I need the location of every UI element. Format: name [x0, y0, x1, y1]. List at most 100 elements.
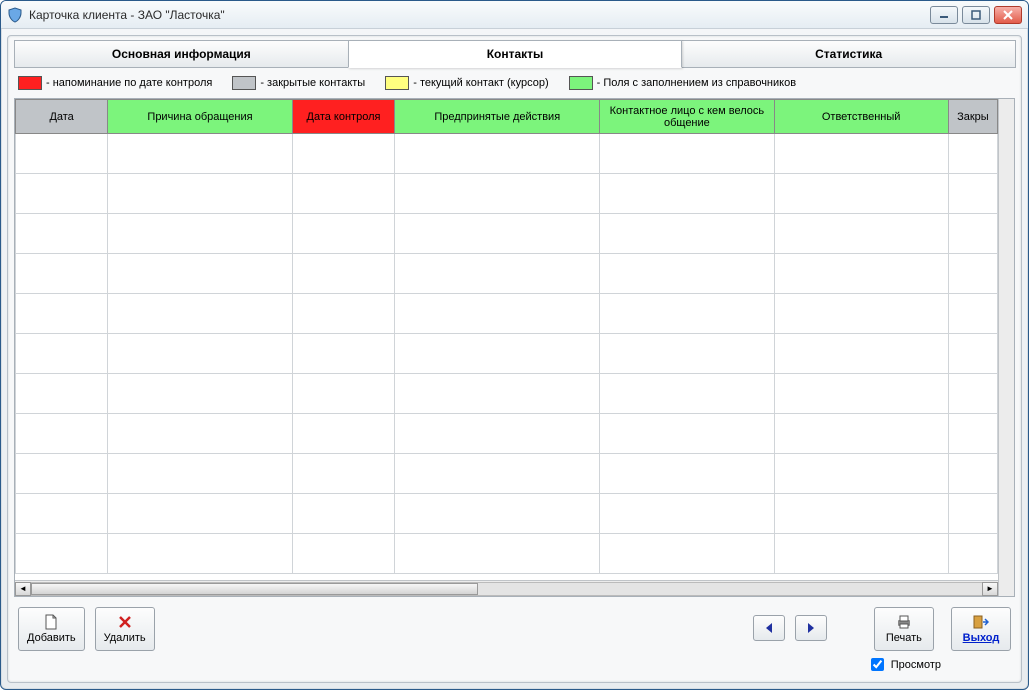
table-cell[interactable] — [395, 534, 600, 574]
table-cell[interactable] — [395, 294, 600, 334]
hscroll-right-button[interactable]: ► — [982, 582, 998, 596]
table-cell[interactable] — [108, 174, 293, 214]
table-cell[interactable] — [774, 494, 948, 534]
table-cell[interactable] — [292, 494, 395, 534]
table-cell[interactable] — [108, 454, 293, 494]
table-row[interactable] — [16, 134, 998, 174]
table-cell[interactable] — [16, 294, 108, 334]
nav-next-button[interactable] — [795, 615, 827, 641]
preview-checkbox-row[interactable]: Просмотр — [867, 655, 941, 674]
table-cell[interactable] — [395, 494, 600, 534]
table-cell[interactable] — [108, 254, 293, 294]
table-cell[interactable] — [774, 374, 948, 414]
table-cell[interactable] — [108, 534, 293, 574]
table-cell[interactable] — [948, 454, 997, 494]
table-cell[interactable] — [395, 414, 600, 454]
table-cell[interactable] — [600, 334, 774, 374]
column-header-reason[interactable]: Причина обращения — [108, 100, 293, 134]
table-cell[interactable] — [292, 174, 395, 214]
table-cell[interactable] — [774, 414, 948, 454]
table-cell[interactable] — [395, 174, 600, 214]
table-row[interactable] — [16, 294, 998, 334]
nav-prev-button[interactable] — [753, 615, 785, 641]
column-header-control[interactable]: Дата контроля — [292, 100, 395, 134]
table-cell[interactable] — [292, 254, 395, 294]
table-cell[interactable] — [600, 414, 774, 454]
table-cell[interactable] — [16, 174, 108, 214]
table-cell[interactable] — [395, 134, 600, 174]
table-cell[interactable] — [16, 534, 108, 574]
column-header-date[interactable]: Дата — [16, 100, 108, 134]
table-cell[interactable] — [774, 294, 948, 334]
contacts-table[interactable]: ДатаПричина обращенияДата контроляПредпр… — [15, 99, 998, 574]
table-cell[interactable] — [774, 254, 948, 294]
table-cell[interactable] — [395, 454, 600, 494]
table-cell[interactable] — [108, 134, 293, 174]
hscroll-thumb[interactable] — [31, 583, 478, 595]
table-cell[interactable] — [292, 294, 395, 334]
table-cell[interactable] — [948, 214, 997, 254]
table-cell[interactable] — [774, 534, 948, 574]
table-cell[interactable] — [600, 494, 774, 534]
table-cell[interactable] — [16, 254, 108, 294]
table-cell[interactable] — [600, 294, 774, 334]
table-cell[interactable] — [948, 294, 997, 334]
table-cell[interactable] — [16, 454, 108, 494]
table-row[interactable] — [16, 254, 998, 294]
table-cell[interactable] — [774, 334, 948, 374]
table-cell[interactable] — [292, 134, 395, 174]
table-row[interactable] — [16, 534, 998, 574]
table-row[interactable] — [16, 174, 998, 214]
table-cell[interactable] — [108, 214, 293, 254]
hscroll-track[interactable] — [31, 582, 982, 596]
print-button[interactable]: Печать — [874, 607, 934, 651]
table-cell[interactable] — [600, 214, 774, 254]
table-cell[interactable] — [600, 454, 774, 494]
table-cell[interactable] — [108, 494, 293, 534]
table-cell[interactable] — [395, 334, 600, 374]
table-cell[interactable] — [948, 414, 997, 454]
table-cell[interactable] — [292, 214, 395, 254]
table-cell[interactable] — [108, 334, 293, 374]
column-header-contact[interactable]: Контактное лицо с кем велось общение — [600, 100, 774, 134]
close-button[interactable] — [994, 6, 1022, 24]
horizontal-scrollbar[interactable]: ◄ ► — [15, 580, 998, 596]
table-cell[interactable] — [292, 334, 395, 374]
table-cell[interactable] — [16, 214, 108, 254]
table-row[interactable] — [16, 494, 998, 534]
table-cell[interactable] — [774, 134, 948, 174]
table-row[interactable] — [16, 334, 998, 374]
table-cell[interactable] — [395, 374, 600, 414]
tab-statistics[interactable]: Статистика — [681, 40, 1016, 68]
exit-button[interactable]: Выход — [951, 607, 1011, 651]
column-header-responsible[interactable]: Ответственный — [774, 100, 948, 134]
table-cell[interactable] — [395, 214, 600, 254]
delete-button[interactable]: Удалить — [95, 607, 155, 651]
table-cell[interactable] — [948, 254, 997, 294]
table-cell[interactable] — [948, 374, 997, 414]
add-button[interactable]: Добавить — [18, 607, 85, 651]
table-row[interactable] — [16, 454, 998, 494]
table-body[interactable] — [16, 134, 998, 574]
tab-main-info[interactable]: Основная информация — [14, 40, 349, 68]
maximize-button[interactable] — [962, 6, 990, 24]
table-cell[interactable] — [292, 534, 395, 574]
hscroll-left-button[interactable]: ◄ — [15, 582, 31, 596]
table-cell[interactable] — [774, 214, 948, 254]
preview-checkbox[interactable] — [871, 658, 884, 671]
table-cell[interactable] — [16, 414, 108, 454]
table-row[interactable] — [16, 374, 998, 414]
table-cell[interactable] — [600, 174, 774, 214]
table-cell[interactable] — [948, 494, 997, 534]
tab-contacts[interactable]: Контакты — [348, 40, 683, 68]
table-row[interactable] — [16, 214, 998, 254]
table-cell[interactable] — [600, 134, 774, 174]
table-cell[interactable] — [16, 494, 108, 534]
table-cell[interactable] — [774, 454, 948, 494]
table-cell[interactable] — [948, 174, 997, 214]
table-cell[interactable] — [108, 414, 293, 454]
table-cell[interactable] — [16, 334, 108, 374]
table-cell[interactable] — [292, 374, 395, 414]
table-cell[interactable] — [600, 254, 774, 294]
table-row[interactable] — [16, 414, 998, 454]
